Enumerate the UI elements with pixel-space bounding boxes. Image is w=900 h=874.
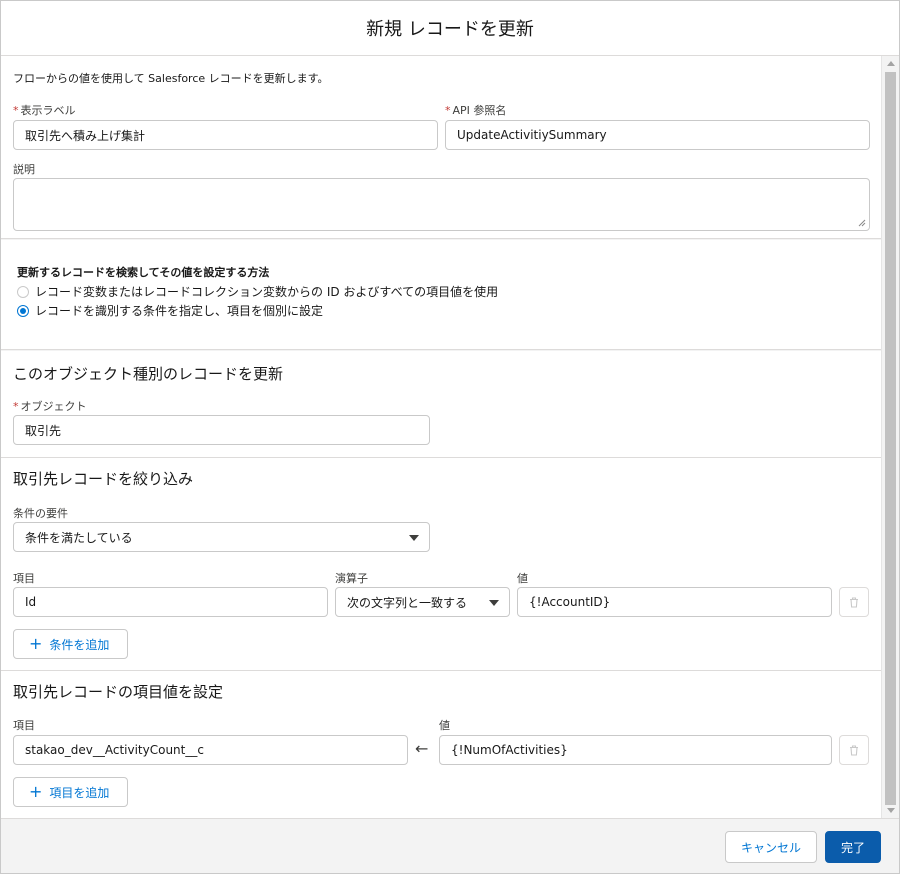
description-textarea[interactable] [13,178,870,231]
set-value-column-header: 値 [439,719,450,732]
filter-value-input[interactable]: {!AccountID} [517,587,832,617]
object-input[interactable]: 取引先 [13,415,430,445]
object-section-title: このオブジェクト種別のレコードを更新 [13,365,284,383]
caret-down-icon [409,535,419,541]
cancel-button[interactable]: キャンセル [725,831,817,863]
scroll-up-arrow-icon[interactable] [887,61,895,66]
set-values-section-title: 取引先レコードの項目値を設定 [13,683,224,701]
trash-icon [850,744,858,756]
method-option-conditions[interactable]: レコードを識別する条件を指定し、項目を個別に設定 [17,302,323,319]
modal-header: 新規 レコードを更新 [1,1,899,56]
set-field-column-header: 項目 [13,719,35,732]
modal-title: 新規 レコードを更新 [366,19,534,40]
label-field-label: * 表示ラベル [13,104,76,117]
label-input[interactable]: 取引先へ積み上げ集計 [13,120,438,150]
delete-condition-button[interactable] [839,587,869,617]
api-name-input[interactable]: UpdateActivitiySummary [445,120,870,150]
delete-field-button[interactable] [839,735,869,765]
plus-icon: + [29,634,43,653]
vertical-scrollbar[interactable] [881,56,899,818]
method-option-label: レコードを識別する条件を指定し、項目を個別に設定 [35,304,324,318]
object-section: このオブジェクト種別のレコードを更新 * オブジェクト 取引先 [1,351,881,457]
done-button[interactable]: 完了 [825,831,881,863]
filter-operator-value: 次の文字列と一致する [347,595,468,610]
radio-selected-icon[interactable] [17,304,29,317]
arrow-left-icon: ← [415,739,429,758]
trash-icon [850,596,858,608]
resize-handle-icon[interactable] [858,219,866,227]
description-field-label: 説明 [13,163,35,176]
condition-requirement-select[interactable]: 条件を満たしている [13,522,430,552]
scroll-down-arrow-icon[interactable] [887,808,895,813]
modal-footer: キャンセル 完了 [1,818,899,873]
set-field-input[interactable]: stakao_dev__ActivityCount__c [13,735,408,765]
general-section: フローからの値を使用して Salesforce レコードを更新します。 * 表示ラ… [1,56,881,239]
plus-icon: + [29,782,43,801]
filter-value-column-header: 値 [517,572,528,585]
radio-unselected-icon[interactable] [17,285,29,298]
method-section: 更新するレコードを検索してその値を設定する方法 レコード変数またはレコードコレク… [1,240,881,350]
filter-section-title: 取引先レコードを絞り込み [13,470,194,488]
add-field-label: 項目を追加 [49,785,110,800]
method-option-label: レコード変数またはレコードコレクション変数からの ID およびすべての項目値を使… [35,285,499,299]
caret-down-icon [489,600,499,606]
filter-field-input[interactable]: Id [13,587,328,617]
update-records-modal: 新規 レコードを更新 フローからの値を使用して Salesforce レコードを… [0,0,900,874]
scroll-thumb[interactable] [885,72,896,805]
add-condition-button[interactable]: + 条件を追加 [13,629,128,659]
set-values-section: 取引先レコードの項目値を設定 項目 値 stakao_dev__Activity… [1,671,881,818]
filter-field-column-header: 項目 [13,572,35,585]
api-name-field-label: * API 参照名 [445,104,507,117]
element-description-text: フローからの値を使用して Salesforce レコードを更新します。 [13,72,329,85]
object-field-label: * オブジェクト [13,400,87,413]
filter-operator-column-header: 演算子 [335,572,368,585]
filter-operator-select[interactable]: 次の文字列と一致する [335,587,510,617]
method-option-record-variable[interactable]: レコード変数またはレコードコレクション変数からの ID およびすべての項目値を使… [17,283,498,300]
add-condition-label: 条件を追加 [49,637,110,652]
add-field-button[interactable]: + 項目を追加 [13,777,128,807]
condition-requirement-value: 条件を満たしている [25,530,133,545]
condition-requirement-label: 条件の要件 [13,507,68,520]
set-value-input[interactable]: {!NumOfActivities} [439,735,832,765]
method-section-title: 更新するレコードを検索してその値を設定する方法 [17,266,270,279]
filter-section: 取引先レコードを絞り込み 条件の要件 条件を満たしている 項目 演算子 値 Id… [1,457,881,671]
modal-body[interactable]: フローからの値を使用して Salesforce レコードを更新します。 * 表示ラ… [1,56,881,818]
